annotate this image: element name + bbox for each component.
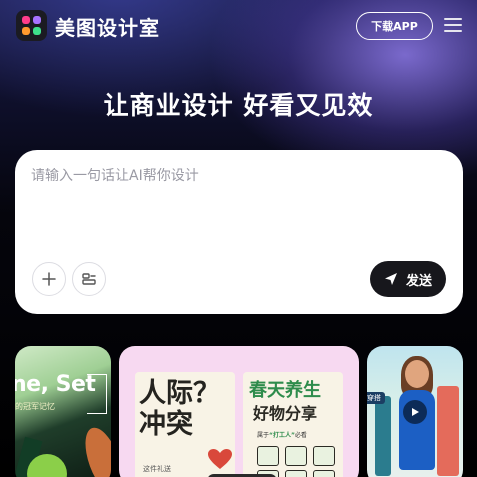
add-attachment-button[interactable] <box>32 262 66 296</box>
tools-button[interactable] <box>72 262 106 296</box>
plus-icon <box>42 272 56 286</box>
hero-headline: 让商业设计 好看又见效 <box>103 91 374 120</box>
prompt-card: 发送 <box>15 150 463 314</box>
illustration-box <box>313 470 335 477</box>
video-label: 穿搭 <box>367 392 385 404</box>
panel-title: 人际？冲突 <box>139 378 220 440</box>
thumbnail-title: ne, Set <box>15 372 96 397</box>
panel-subtitle: 好物分享 <box>253 404 318 423</box>
send-button[interactable]: 发送 <box>370 261 446 297</box>
template-thumbnail-social[interactable]: 人际？冲突 这件礼送 春天养生 好物分享 属于“打工人”必看 <box>119 346 359 477</box>
download-app-button[interactable]: 下载APP <box>356 12 433 40</box>
template-panel-conflict: 人际？冲突 这件礼送 <box>135 372 235 477</box>
thumbnail-subtitle: 的冠军记忆 <box>15 402 55 411</box>
panel-tag: 属于“打工人”必看 <box>257 432 307 439</box>
illustration-box <box>285 446 307 466</box>
heart-icon <box>208 449 232 469</box>
send-label: 发送 <box>405 273 432 289</box>
illustration-box <box>285 470 307 477</box>
play-icon[interactable] <box>403 400 427 424</box>
tools-icon <box>82 273 96 285</box>
template-thumbnail-video[interactable]: 穿搭 <box>367 346 463 477</box>
app-logo-icon[interactable] <box>16 10 47 41</box>
send-icon <box>384 273 397 285</box>
template-panel-spring: 春天养生 好物分享 属于“打工人”必看 <box>243 372 343 477</box>
template-thumbnail-sports[interactable]: ne, Set 的冠军记忆 <box>15 346 111 477</box>
prompt-input[interactable] <box>31 168 441 184</box>
menu-icon[interactable] <box>444 17 462 32</box>
panel-title: 春天养生 <box>249 380 321 401</box>
brand-name[interactable]: 美图设计室 <box>55 12 160 41</box>
illustration-box <box>313 446 335 466</box>
illustration-box <box>257 446 279 466</box>
panel-fine-text: 这件礼送 <box>143 465 171 473</box>
